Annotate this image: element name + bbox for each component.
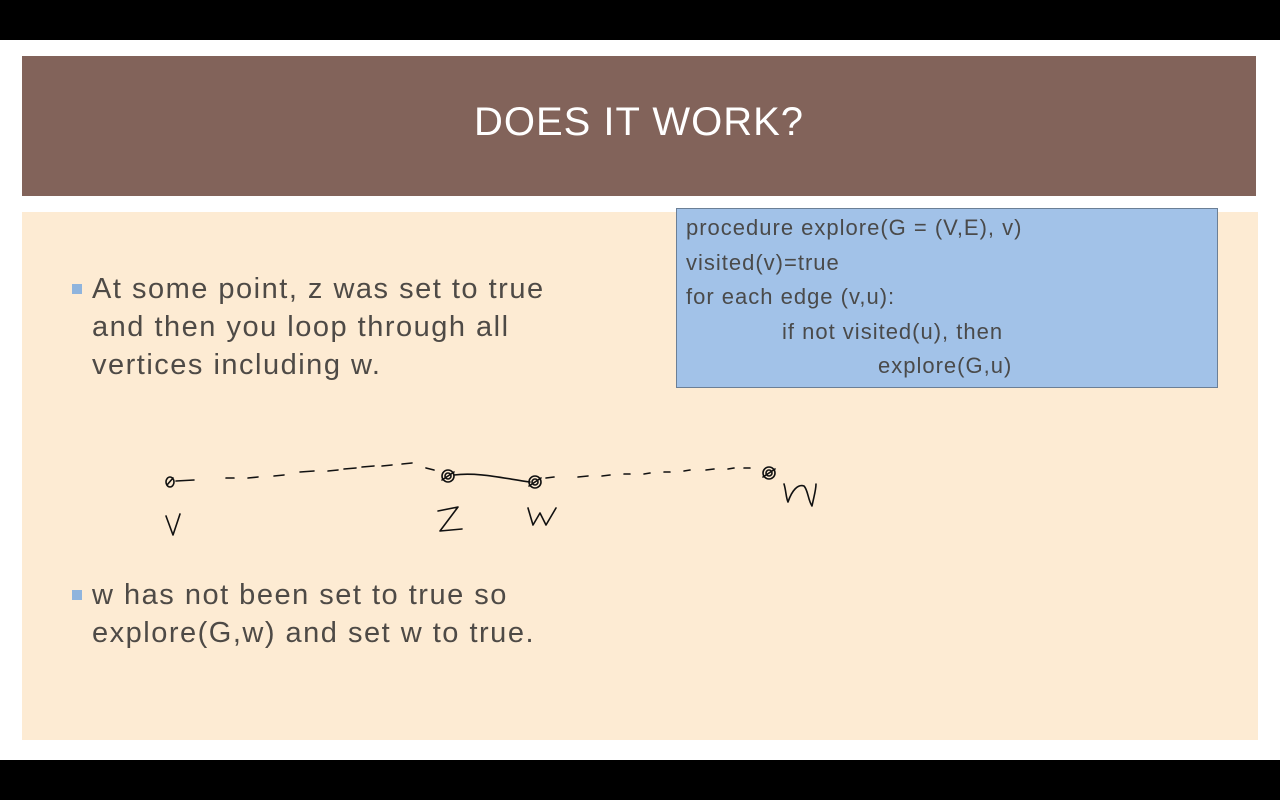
label-z-handwritten [437, 506, 463, 532]
bullet-square-icon [72, 590, 82, 600]
slide-content: At some point, z was set to true and the… [22, 208, 1258, 740]
bullet-2-line-2: explore(G,w) and set w to true. [92, 617, 535, 649]
dashed-path-v-z [175, 462, 435, 482]
solid-edge-z-w [453, 473, 531, 483]
title-bar: DOES IT WORK? [22, 56, 1256, 196]
node-v-mark [165, 476, 175, 488]
label-u-handwritten [783, 483, 817, 507]
bullet-2: w has not been set to true so explore(G,… [92, 576, 692, 652]
label-v-handwritten [165, 513, 181, 536]
handwritten-path-sketch [165, 462, 817, 536]
bullet-2-line-1: w has not been set to true so [92, 579, 508, 611]
dashed-path-w-u [545, 467, 751, 479]
slide-title: DOES IT WORK? [473, 99, 805, 144]
slide: DOES IT WORK? At some point, z was set t… [0, 40, 1280, 760]
node-u-mark [762, 466, 776, 480]
label-w-handwritten [527, 507, 557, 526]
node-z-mark [441, 469, 455, 483]
